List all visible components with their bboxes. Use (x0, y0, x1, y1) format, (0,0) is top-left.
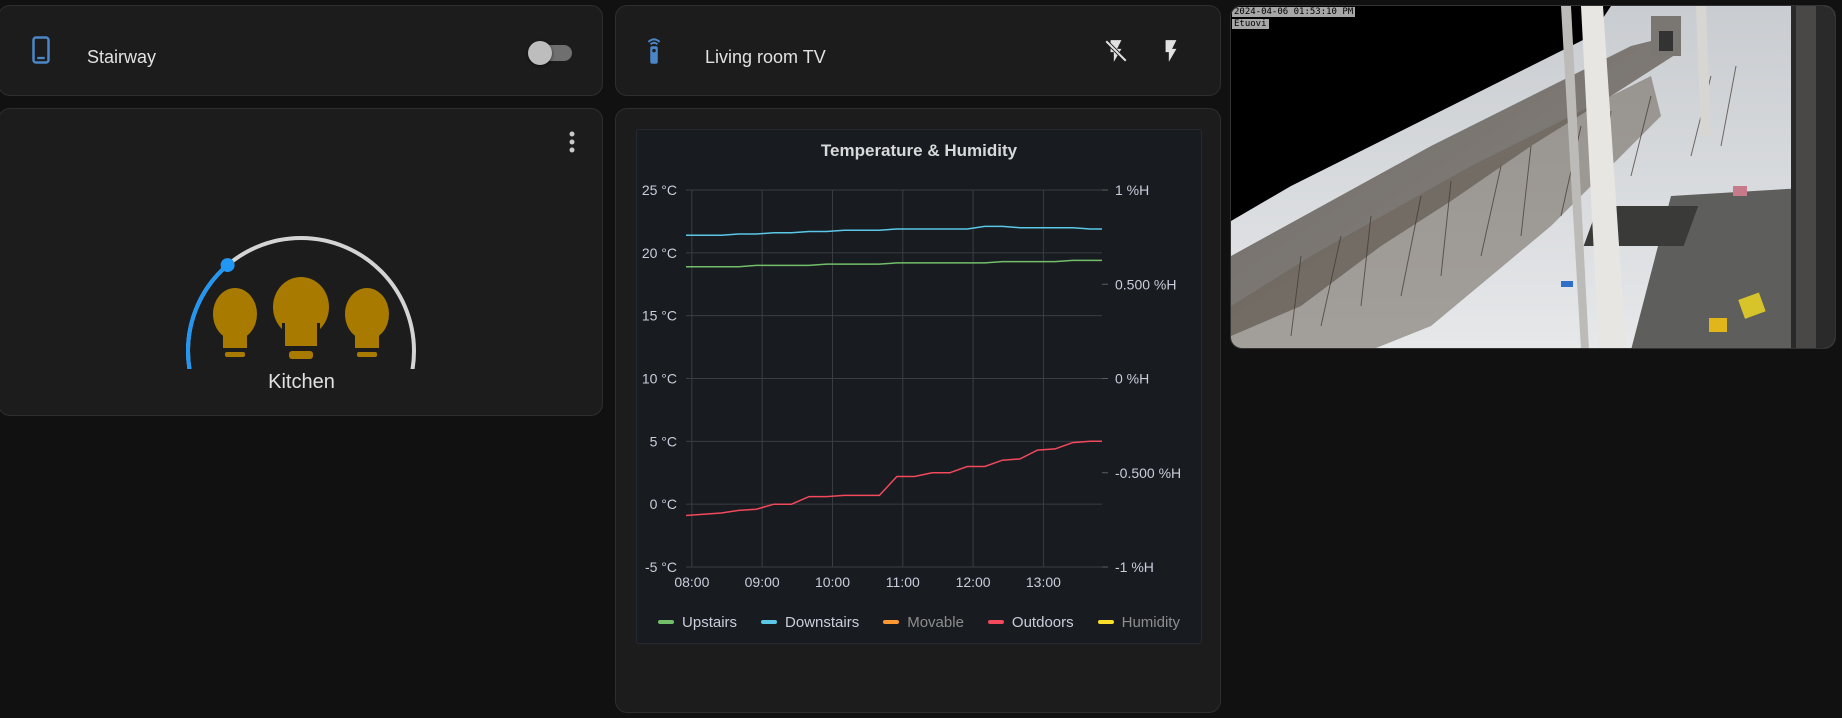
camera-image[interactable] (1231, 6, 1836, 349)
brightness-handle[interactable] (220, 258, 235, 273)
camera-timestamp: 2024-04-06 01:53:10 PM (1232, 7, 1356, 17)
camera-label: Etuovi (1232, 19, 1269, 29)
x-tick-label: 12:00 (956, 574, 991, 590)
y-left-tick-label: 0 °C (650, 496, 677, 512)
y-right-tick-label: 1 %H (1115, 182, 1149, 198)
legend-label: Humidity (1121, 613, 1180, 631)
legend-item-movable[interactable]: Movable (883, 610, 964, 634)
legend-swatch (987, 620, 1004, 624)
y-left-tick-label: 25 °C (642, 182, 677, 198)
legend-swatch (1097, 620, 1114, 624)
lightbulb-group-icon[interactable] (213, 288, 257, 357)
legend-item-upstairs[interactable]: Upstairs (658, 610, 737, 634)
tv-name: Living room TV (705, 47, 826, 67)
legend-item-humidity[interactable]: Humidity (1097, 610, 1180, 634)
stairway-name: Stairway (87, 47, 157, 67)
legend-swatch (883, 620, 900, 624)
remote-icon[interactable] (639, 35, 669, 65)
legend-item-downstairs[interactable]: Downstairs (761, 610, 859, 634)
temperature-chart-card: Temperature & Humidity 25 °C 20 °C 15 °C 10… (615, 108, 1221, 713)
stairway-toggle[interactable] (528, 41, 574, 65)
chart-legend: Upstairs Downstairs Movable Outdoors Humidit… (637, 610, 1201, 634)
chart-panel: Temperature & Humidity 25 °C 20 °C 15 °C 10… (636, 129, 1202, 644)
legend-item-outdoors[interactable]: Outdoors (987, 610, 1074, 634)
living-room-tv-tile[interactable]: Living room TV (615, 5, 1221, 96)
x-tick-label: 08:00 (674, 574, 709, 590)
legend-label: Outdoors (1011, 613, 1074, 631)
toggle-thumb (528, 41, 552, 65)
stairway-tile[interactable]: Stairway (0, 5, 603, 96)
y-left-tick-label: 5 °C (650, 433, 677, 449)
kitchen-name: Kitchen (268, 371, 335, 393)
lightbulb-center-icon (269, 273, 333, 359)
y-right-tick-label: 0 %H (1115, 371, 1149, 387)
legend-label: Upstairs (682, 613, 738, 631)
y-right-tick-label: -1 %H (1115, 559, 1154, 575)
legend-label: Movable (907, 613, 964, 631)
y-left-tick-label: 15 °C (642, 308, 677, 324)
y-left-tick-label: 20 °C (642, 245, 677, 261)
lightbulb-side-icon (345, 288, 389, 357)
series-line-upstairs (686, 259, 1102, 268)
x-tick-label: 09:00 (745, 574, 780, 590)
legend-swatch (761, 620, 778, 624)
x-tick-label: 11:00 (886, 574, 920, 590)
y-right-tick-label: -0.500 %H (1115, 465, 1181, 481)
y-right-tick-label: 0.500 %H (1115, 276, 1176, 292)
brightness-arc[interactable] (0, 109, 604, 369)
y-left-tick-label: -5 °C (645, 559, 677, 575)
x-tick-label: 13:00 (1026, 574, 1061, 590)
y-left-tick-label: 10 °C (642, 371, 677, 387)
flash-off-icon[interactable] (1096, 31, 1136, 71)
x-tick-label: 10:00 (815, 574, 850, 590)
kitchen-light-card[interactable]: Kitchen (0, 108, 603, 416)
series-line-downstairs (686, 225, 1102, 236)
camera-card[interactable]: 2024-04-06 01:53:10 PM Etuovi (1230, 5, 1836, 349)
legend-swatch (658, 620, 675, 624)
more-options-icon[interactable] (560, 127, 584, 157)
cellphone-icon[interactable] (26, 35, 56, 65)
line-chart[interactable]: 25 °C 20 °C 15 °C 10 °C 5 °C 0 °C -5 °C 1 %H 0.5… (637, 130, 1201, 600)
legend-label: Downstairs (785, 613, 860, 631)
flash-icon[interactable] (1151, 31, 1191, 71)
